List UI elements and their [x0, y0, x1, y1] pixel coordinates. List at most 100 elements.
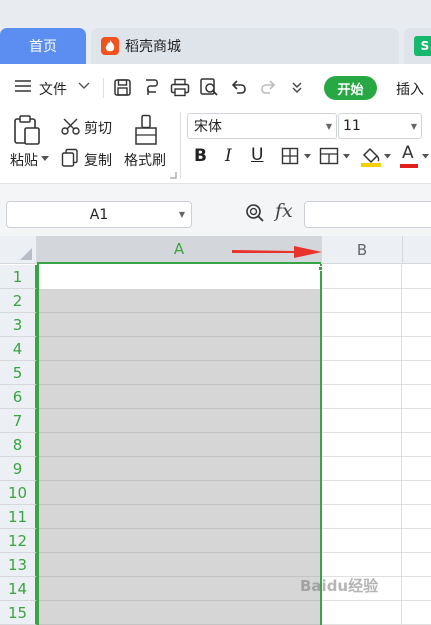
- row-header[interactable]: 9: [0, 457, 37, 481]
- row-header[interactable]: 12: [0, 529, 37, 553]
- borders-dropdown-chevron-icon[interactable]: [304, 154, 311, 159]
- cell-column-c[interactable]: [402, 361, 431, 385]
- row-header[interactable]: 13: [0, 553, 37, 577]
- cell-column-b[interactable]: [321, 601, 402, 625]
- cell-column-a[interactable]: [37, 409, 321, 433]
- hamburger-menu-icon[interactable]: [14, 79, 32, 93]
- format-painter-brush-icon[interactable]: [133, 114, 159, 146]
- row-header[interactable]: 7: [0, 409, 37, 433]
- cut-label[interactable]: 剪切: [84, 118, 112, 138]
- copy-label[interactable]: 复制: [84, 150, 112, 170]
- font-color-button[interactable]: A: [402, 143, 414, 163]
- underline-button[interactable]: U: [251, 145, 263, 165]
- tab-docer-store[interactable]: 稻壳商城: [91, 28, 399, 64]
- paste-clipboard-icon[interactable]: [12, 114, 42, 146]
- borders-icon[interactable]: [281, 147, 301, 165]
- cell-column-c[interactable]: [402, 337, 431, 361]
- row-header[interactable]: 8: [0, 433, 37, 457]
- cell-column-c[interactable]: [402, 313, 431, 337]
- print-icon[interactable]: [170, 78, 190, 97]
- cell-column-a[interactable]: [37, 481, 321, 505]
- cell-column-b[interactable]: [321, 409, 402, 433]
- cell-column-b[interactable]: [321, 433, 402, 457]
- cell-column-b[interactable]: [321, 265, 402, 289]
- cell-column-b[interactable]: [321, 457, 402, 481]
- row-header[interactable]: 3: [0, 313, 37, 337]
- column-header-c[interactable]: [402, 236, 431, 264]
- name-box[interactable]: A1 ▼: [6, 201, 192, 228]
- column-header-b[interactable]: B: [321, 236, 402, 264]
- cell-column-a[interactable]: [37, 553, 321, 577]
- font-color-dropdown-chevron-icon[interactable]: [422, 154, 429, 159]
- cell-column-a[interactable]: [37, 385, 321, 409]
- cell-column-b[interactable]: [321, 313, 402, 337]
- cell-column-b[interactable]: [321, 553, 402, 577]
- font-family-select[interactable]: 宋体 ▼: [187, 113, 337, 139]
- insert-function-fx-icon[interactable]: fx: [275, 200, 293, 222]
- print-preview-icon[interactable]: [199, 77, 219, 97]
- row-header[interactable]: 5: [0, 361, 37, 385]
- select-all-corner[interactable]: [0, 236, 37, 264]
- cell-column-c[interactable]: [402, 577, 431, 601]
- fill-color-dropdown-chevron-icon[interactable]: [384, 154, 391, 159]
- cell-column-b[interactable]: [321, 505, 402, 529]
- active-cell-a1[interactable]: [38, 265, 320, 289]
- cell-column-a[interactable]: [37, 361, 321, 385]
- row-header[interactable]: 4: [0, 337, 37, 361]
- tab-insert[interactable]: 插入: [396, 79, 424, 99]
- cell-column-c[interactable]: [402, 505, 431, 529]
- tab-start[interactable]: 开始: [324, 76, 377, 100]
- cell-column-b[interactable]: [321, 361, 402, 385]
- quick-access-more-icon[interactable]: [291, 81, 303, 93]
- cell-column-a[interactable]: [37, 529, 321, 553]
- cell-column-b[interactable]: [321, 385, 402, 409]
- cell-column-c[interactable]: [402, 457, 431, 481]
- cell-column-b[interactable]: [321, 289, 402, 313]
- cell-column-c[interactable]: [402, 409, 431, 433]
- cell-column-b[interactable]: [321, 337, 402, 361]
- tab-extra-document[interactable]: S: [404, 28, 431, 64]
- scissors-icon[interactable]: [61, 118, 80, 135]
- cell-column-b[interactable]: [321, 529, 402, 553]
- row-header[interactable]: 11: [0, 505, 37, 529]
- font-size-select[interactable]: 11 ▼: [338, 113, 422, 139]
- cell-column-c[interactable]: [402, 601, 431, 625]
- fill-color-bucket-icon[interactable]: [360, 145, 382, 167]
- row-header[interactable]: 6: [0, 385, 37, 409]
- paste-dropdown-chevron-icon[interactable]: [41, 156, 49, 162]
- fill-handle[interactable]: [318, 266, 323, 271]
- cell-column-a[interactable]: [37, 601, 321, 625]
- bold-button[interactable]: B: [194, 146, 207, 166]
- cell-column-b[interactable]: [321, 481, 402, 505]
- cell-column-a[interactable]: [37, 313, 321, 337]
- cell-column-a[interactable]: [37, 337, 321, 361]
- row-header[interactable]: 1: [0, 265, 37, 289]
- row-header[interactable]: 2: [0, 289, 37, 313]
- file-menu-chevron-icon[interactable]: [78, 82, 90, 90]
- row-header[interactable]: 10: [0, 481, 37, 505]
- row-header[interactable]: 15: [0, 601, 37, 625]
- cell-column-a[interactable]: [37, 289, 321, 313]
- cell-column-a[interactable]: [37, 505, 321, 529]
- cell-column-a[interactable]: [37, 457, 321, 481]
- cell-column-c[interactable]: [402, 265, 431, 289]
- merge-cells-icon[interactable]: [319, 147, 341, 165]
- format-painter-label[interactable]: 格式刷: [124, 150, 166, 170]
- tab-home[interactable]: 首页: [0, 28, 86, 64]
- zoom-search-icon[interactable]: [245, 203, 265, 223]
- formula-input[interactable]: [304, 201, 431, 228]
- italic-button[interactable]: I: [225, 146, 232, 166]
- paste-label[interactable]: 粘贴: [10, 150, 38, 170]
- cell-column-c[interactable]: [402, 385, 431, 409]
- cell-column-a[interactable]: [37, 577, 321, 601]
- save-icon[interactable]: [113, 78, 132, 97]
- cell-column-c[interactable]: [402, 433, 431, 457]
- merge-dropdown-chevron-icon[interactable]: [343, 154, 350, 159]
- copy-icon[interactable]: [61, 148, 79, 167]
- file-menu-label[interactable]: 文件: [39, 79, 67, 99]
- clipboard-group-launcher-icon[interactable]: [170, 172, 177, 179]
- cell-column-c[interactable]: [402, 529, 431, 553]
- cell-column-a[interactable]: [37, 433, 321, 457]
- cell-column-c[interactable]: [402, 289, 431, 313]
- row-header[interactable]: 14: [0, 577, 37, 601]
